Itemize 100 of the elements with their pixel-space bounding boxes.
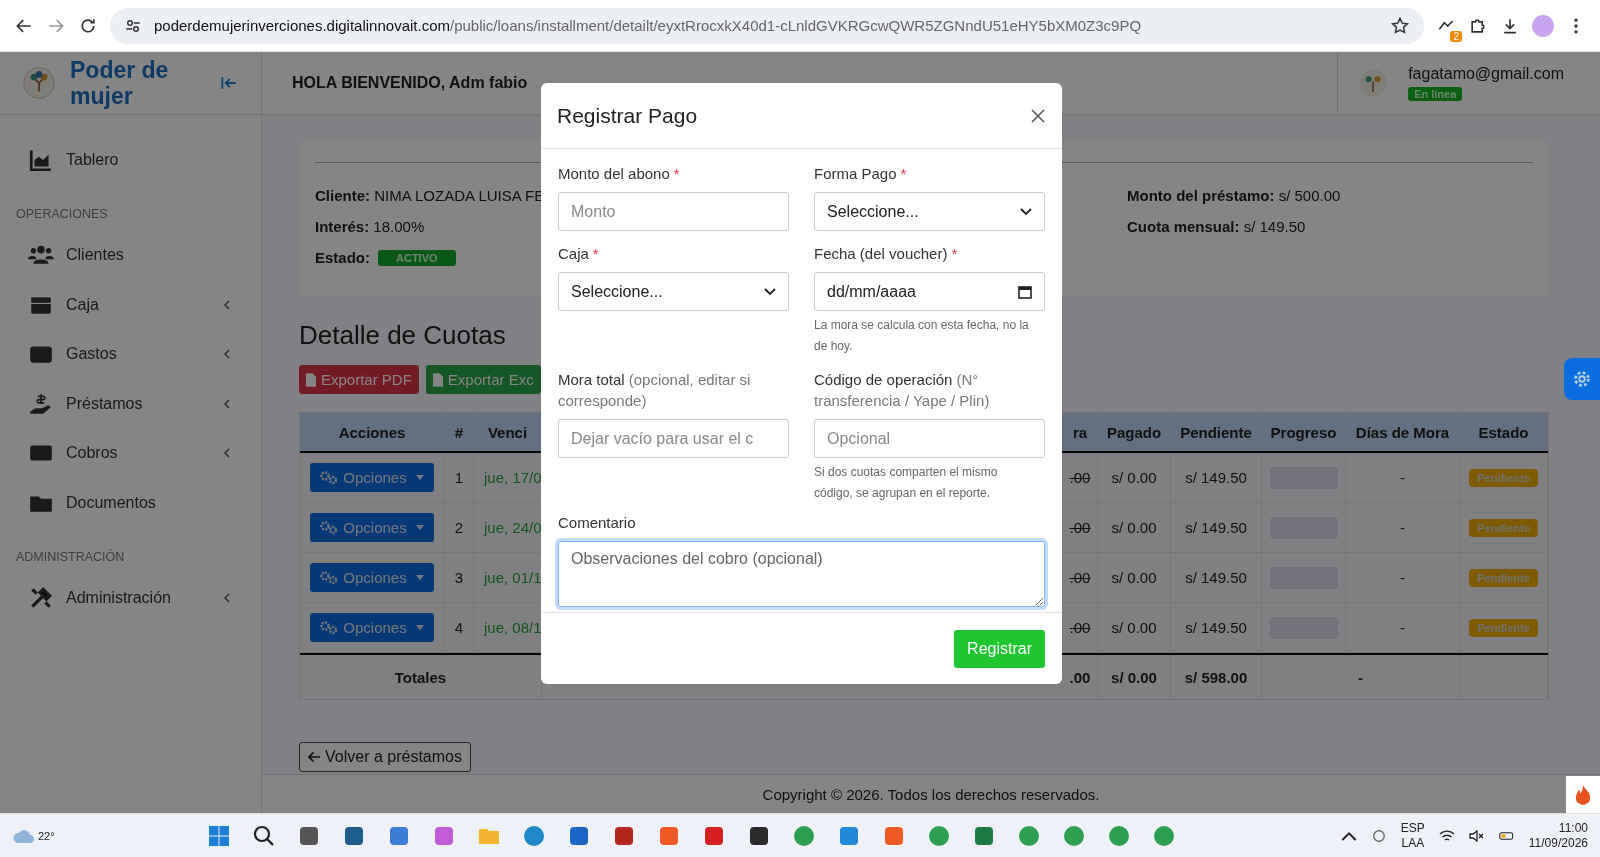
table-cell: s/ 0.00 [1098, 503, 1171, 552]
back-button[interactable]: Volver a préstamos [299, 742, 471, 772]
comment-field[interactable]: Observaciones del cobro (opcional) [558, 541, 1045, 607]
settings-button[interactable] [1564, 358, 1600, 400]
options-button[interactable]: Opciones [310, 563, 434, 592]
field-label: Comentario [558, 513, 637, 533]
star-icon[interactable] [1390, 15, 1410, 36]
caret-icon [415, 625, 424, 630]
browser-icon[interactable] [1151, 823, 1176, 848]
start-icon[interactable] [206, 823, 231, 848]
gears-icon [320, 620, 339, 635]
table-cell: 3 [445, 553, 474, 602]
sidebar-item[interactable]: Clientes [0, 230, 261, 280]
input-field[interactable]: Dejar vacío para usar el c [558, 419, 789, 458]
column-header: Estado [1460, 413, 1548, 451]
chevron-left-icon [221, 397, 233, 410]
info-text: Interés: 18.00% [315, 218, 426, 235]
caret-icon [415, 525, 424, 530]
debug-toolbar-button[interactable] [1566, 776, 1600, 813]
sidebar-item[interactable]: Préstamos [0, 379, 261, 429]
column-header: # [445, 413, 474, 451]
gears-icon [320, 470, 339, 485]
browser-icon[interactable] [1061, 823, 1086, 848]
section-title: Detalle de Cuotas [299, 320, 506, 351]
date-field[interactable]: dd/mm/aaaa [814, 272, 1045, 311]
select-field[interactable]: Seleccione... [558, 272, 789, 311]
sidebar-item[interactable]: Gastos [0, 329, 261, 379]
status-badge: Pendiente [1469, 568, 1538, 587]
tray-app-icon[interactable] [1370, 828, 1387, 843]
table-cell: s/ 0.00 [1098, 553, 1171, 602]
cloud-icon [12, 827, 36, 844]
options-button[interactable]: Opciones [310, 463, 434, 492]
clock[interactable]: 11:00 11/09/2026 [1528, 820, 1588, 851]
field-label: Código de operación (N° transferencia / Yape / Plin) [814, 370, 991, 411]
table-cell: - [1262, 655, 1460, 699]
browser-icon[interactable] [1016, 823, 1041, 848]
close-icon[interactable] [1030, 107, 1046, 124]
caret-icon [415, 575, 424, 580]
language-indicator[interactable]: ESP LAA [1400, 820, 1425, 851]
table-cell: - [1346, 453, 1460, 502]
table-cell: 2 [445, 503, 474, 552]
status-badge: Pendiente [1469, 618, 1538, 637]
notification-badge: 2 [1450, 30, 1462, 42]
section-heading: ADMINISTRACIÓN [15, 548, 126, 566]
field-label: Caja * [558, 244, 600, 264]
status-badge: En línea [1408, 87, 1463, 101]
options-button[interactable]: Opciones [310, 513, 434, 542]
browser-icon[interactable] [926, 823, 951, 848]
address-bar[interactable]: poderdemujerinverciones.digitalinnovait.com/public/loans/installment/detailt/eyxtRrocxkX40d1-cLnldGVKRGcwQWR5ZGNndU51eHY5bXM0Z3c9PQ [110, 7, 1424, 44]
column-header: ra [1063, 413, 1098, 451]
browser-icon[interactable] [791, 823, 816, 848]
table-cell: - [1346, 553, 1460, 602]
sidebar-item[interactable]: Tablero [0, 135, 261, 185]
section-heading: OPERACIONES [15, 205, 109, 223]
sidebar-item[interactable]: Documentos [0, 478, 261, 528]
field-label: Mora total (opcional, editar si corresponde) [558, 370, 752, 411]
input-field[interactable]: Monto [558, 192, 789, 231]
field-label: Forma Pago * [814, 164, 908, 184]
input-field[interactable]: Opcional [814, 419, 1045, 458]
table-cell: .00 [1063, 453, 1098, 502]
table-cell: s/ 149.50 [1171, 453, 1262, 502]
file-icon [306, 372, 316, 387]
mute-icon[interactable] [1468, 828, 1485, 843]
table-cell: s/ 0.00 [1098, 655, 1171, 699]
caret-icon [415, 475, 424, 480]
table-cell: .00 [1063, 553, 1098, 602]
sidebar-item[interactable]: Cobros [0, 428, 261, 478]
select-field[interactable]: Seleccione... [814, 192, 1045, 231]
file-icon [432, 372, 443, 387]
export-button[interactable]: Exportar PDF [299, 365, 419, 394]
table-cell: s/ 598.00 [1171, 655, 1262, 699]
field-label: Fecha (del voucher) * [814, 244, 959, 264]
user-email: fagatamo@gmail.com [1408, 65, 1564, 83]
gears-icon [320, 520, 339, 535]
status-badge: ACTIVO [378, 249, 456, 266]
wifi-icon[interactable] [1438, 828, 1455, 843]
chevron-left-icon [221, 447, 233, 460]
chevron-down-icon [1020, 207, 1032, 216]
table-cell: .00 [1063, 655, 1098, 699]
arrow-left-icon [308, 751, 321, 763]
user-avatar-icon [1358, 68, 1389, 98]
search-icon[interactable] [251, 823, 276, 848]
column-header: Pagado [1098, 413, 1171, 451]
chevron-left-icon [221, 348, 233, 361]
info-text: Cuota mensual: s/ 149.50 [1127, 218, 1307, 235]
table-cell: s/ 0.00 [1098, 603, 1171, 652]
sidebar-item[interactable]: Administración [0, 573, 261, 623]
brand-name: Poder de mujer [70, 57, 170, 109]
field-label: Monto del abono * [558, 164, 681, 184]
flame-icon [1574, 783, 1592, 806]
options-button[interactable]: Opciones [310, 613, 434, 642]
info-text: Monto del préstamo: s/ 500.00 [1127, 187, 1342, 204]
chevron-down-icon [764, 287, 776, 296]
column-header: Acciones [300, 413, 445, 451]
browser-icon[interactable] [1106, 823, 1131, 848]
table-cell: - [1346, 603, 1460, 652]
column-header: Pendiente [1171, 413, 1262, 451]
calendar-icon [1018, 284, 1032, 299]
browser-icon[interactable] [521, 823, 546, 848]
sidebar-item[interactable]: Caja [0, 280, 261, 330]
